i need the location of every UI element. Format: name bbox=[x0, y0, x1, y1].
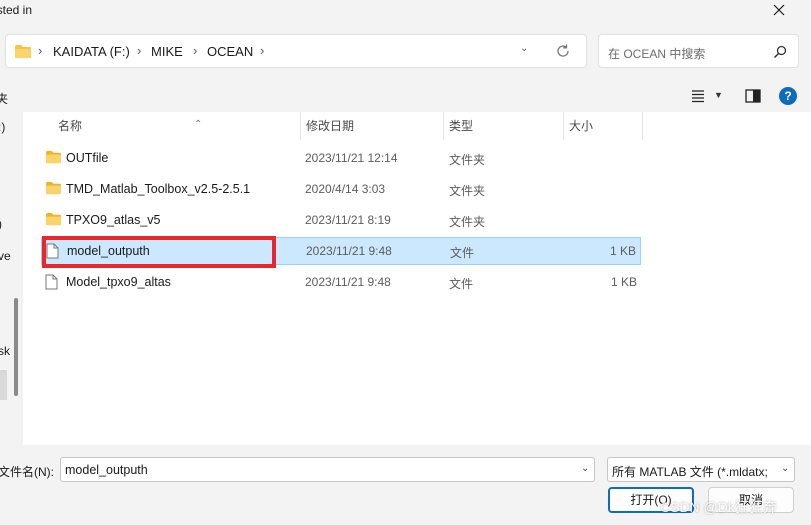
nav-selected-item[interactable] bbox=[0, 370, 7, 400]
file-name: Model_tpxo9_altas bbox=[66, 275, 171, 289]
help-icon[interactable]: ? bbox=[779, 87, 797, 105]
dialog-footer: 文件名(N): model_outputh ⌄ 所有 MATLAB 文件 (*.… bbox=[0, 447, 811, 525]
column-header-date[interactable]: 修改日期 bbox=[294, 112, 438, 140]
close-icon[interactable] bbox=[769, 0, 789, 20]
view-menu-icon[interactable] bbox=[690, 89, 706, 103]
file-date: 2023/11/21 9:48 bbox=[305, 275, 391, 289]
nav-item[interactable]: ve bbox=[0, 249, 11, 263]
file-date: 2023/11/21 8:19 bbox=[305, 213, 391, 227]
file-date: 2023/11/21 9:48 bbox=[306, 244, 392, 258]
nav-item[interactable]: sk bbox=[0, 344, 10, 358]
file-type: 文件夹 bbox=[449, 215, 486, 229]
folder-icon bbox=[15, 45, 31, 58]
breadcrumb-mike[interactable]: MIKE bbox=[151, 44, 183, 59]
breadcrumb-separator: › bbox=[193, 43, 198, 58]
file-icon bbox=[45, 274, 58, 290]
column-size-label: 大小 bbox=[569, 119, 594, 133]
file-type-filter[interactable]: 所有 MATLAB 文件 (*.mldatx; bbox=[607, 457, 795, 482]
nav-scrollbar[interactable] bbox=[14, 298, 18, 396]
file-date: 2023/11/21 12:14 bbox=[305, 151, 398, 165]
column-name-label: 名称 bbox=[58, 119, 83, 133]
file-row-model-tpxo9-altas[interactable]: Model_tpxo9_altas 2023/11/21 9:48 文件 1 K… bbox=[41, 269, 641, 297]
folder-icon bbox=[46, 150, 61, 164]
file-date: 2020/4/14 3:03 bbox=[305, 182, 386, 196]
folder-icon bbox=[46, 212, 61, 226]
breadcrumb-separator: › bbox=[260, 43, 265, 58]
file-row-outfile[interactable]: OUTfile 2023/11/21 12:14 文件夹 bbox=[41, 145, 641, 173]
window-title: isted in bbox=[0, 3, 33, 17]
file-name: TPXO9_atlas_v5 bbox=[66, 213, 161, 227]
title-bar: isted in bbox=[0, 0, 811, 24]
breadcrumb-separator: › bbox=[38, 43, 43, 58]
file-row-tmd-toolbox[interactable]: TMD_Matlab_Toolbox_v2.5-2.5.1 2020/4/14 … bbox=[41, 176, 641, 204]
file-size: 1 KB bbox=[609, 244, 636, 258]
breadcrumb-separator: › bbox=[137, 43, 142, 58]
column-date-label: 修改日期 bbox=[306, 119, 355, 133]
sort-up-icon: ⌃ bbox=[194, 119, 203, 130]
new-folder-button[interactable]: 夹 bbox=[0, 90, 8, 107]
file-type: 文件夹 bbox=[449, 153, 486, 167]
file-row-tpxo9-atlas[interactable]: TPXO9_atlas_v5 2023/11/21 8:19 文件夹 bbox=[41, 207, 641, 235]
preview-pane-icon[interactable] bbox=[745, 89, 761, 103]
file-list: 名称 ⌃ 修改日期 类型 大小 OUTfile 2023/11/21 12:14… bbox=[23, 112, 811, 445]
breadcrumb-drive[interactable]: KAIDATA (F:) bbox=[53, 44, 130, 59]
chevron-down-icon[interactable]: ⌄ bbox=[581, 463, 589, 474]
file-name: TMD_Matlab_Toolbox_v2.5-2.5.1 bbox=[66, 182, 251, 196]
refresh-icon[interactable] bbox=[554, 42, 572, 60]
watermark: CSDN @Dk狂狂奔 bbox=[660, 499, 777, 515]
folder-icon bbox=[46, 181, 61, 195]
file-size: 1 KB bbox=[610, 275, 637, 289]
column-divider[interactable] bbox=[642, 112, 643, 140]
breadcrumb-ocean[interactable]: OCEAN bbox=[207, 44, 253, 59]
search-box[interactable]: 在 OCEAN 中搜索 bbox=[598, 34, 799, 68]
column-header-type[interactable]: 类型 bbox=[437, 112, 557, 140]
highlight-annotation bbox=[42, 236, 276, 268]
address-bar[interactable]: › KAIDATA (F:) › MIKE › OCEAN › ⌄ bbox=[5, 34, 587, 68]
search-icon[interactable] bbox=[772, 44, 788, 60]
chevron-down-icon[interactable]: ▼ bbox=[714, 90, 723, 100]
filename-input[interactable]: model_outputh bbox=[60, 457, 595, 482]
nav-item[interactable]: ) bbox=[0, 217, 2, 231]
column-header-name[interactable]: 名称 ⌃ bbox=[46, 112, 300, 140]
file-type: 文件 bbox=[450, 246, 475, 260]
filename-label: 文件名(N): bbox=[0, 465, 54, 479]
nav-item[interactable]: :) bbox=[0, 120, 5, 134]
column-header-size[interactable]: 大小 bbox=[557, 112, 643, 140]
chevron-down-icon[interactable]: ⌄ bbox=[520, 43, 528, 54]
file-type: 文件夹 bbox=[449, 184, 486, 198]
column-type-label: 类型 bbox=[449, 119, 474, 133]
chevron-down-icon[interactable]: ⌄ bbox=[781, 463, 789, 474]
file-type: 文件 bbox=[449, 277, 474, 291]
file-name: OUTfile bbox=[66, 151, 109, 165]
search-input[interactable]: 在 OCEAN 中搜索 bbox=[608, 45, 705, 62]
